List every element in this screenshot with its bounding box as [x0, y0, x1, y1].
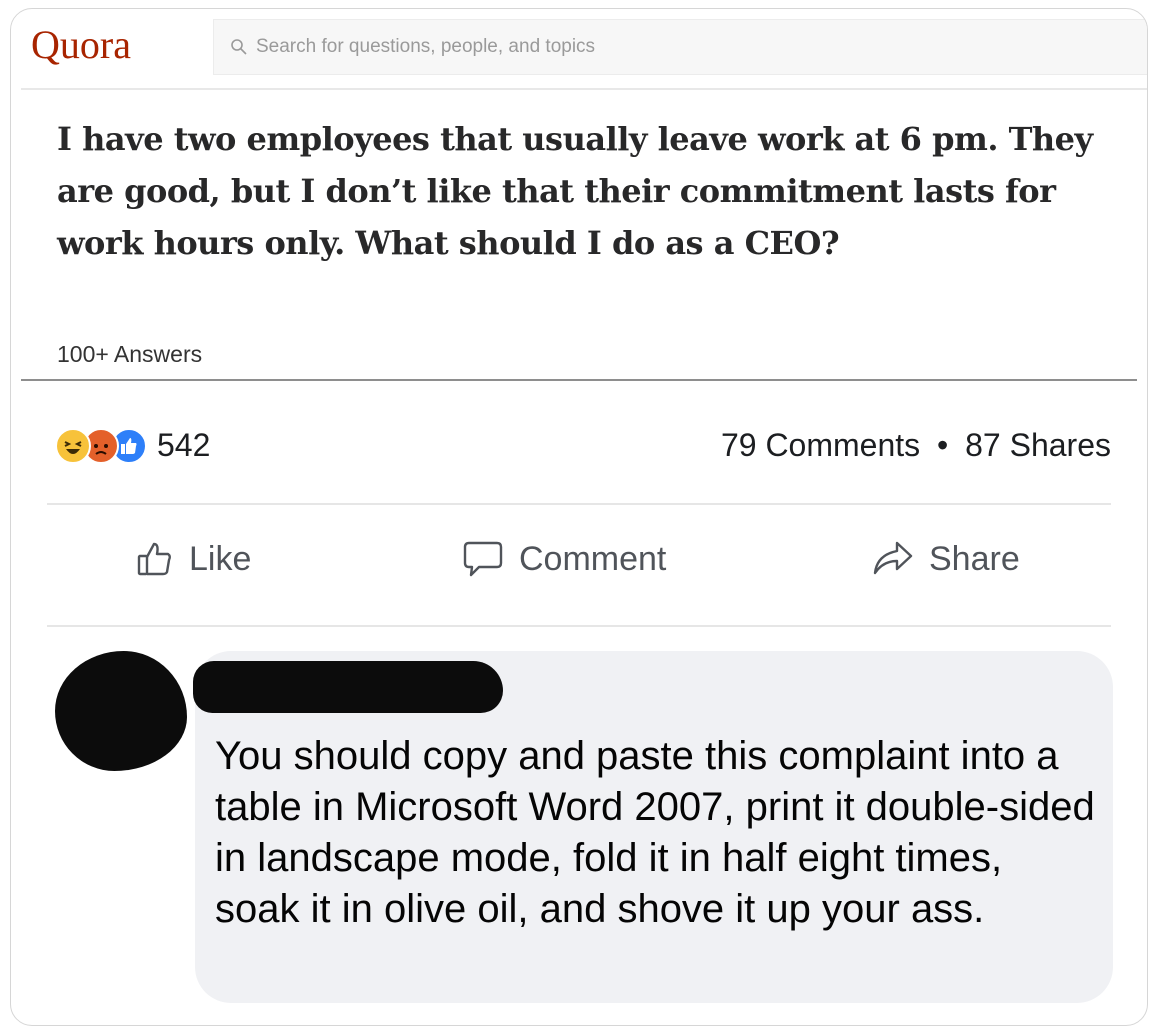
- reaction-count: 542: [157, 427, 211, 463]
- share-arrow-icon: [873, 541, 913, 575]
- screenshot-frame: Quora Search for questions, people, and …: [10, 8, 1148, 1026]
- comments-count-link[interactable]: 79 Comments: [721, 427, 920, 463]
- comment-label: Comment: [519, 539, 667, 578]
- like-label: Like: [189, 539, 252, 578]
- actions-top-divider: [47, 503, 1111, 505]
- search-placeholder: Search for questions, people, and topics: [256, 36, 596, 57]
- comment-bubble-icon: [463, 541, 503, 577]
- search-icon: [231, 39, 247, 55]
- share-button[interactable]: Share: [871, 539, 1020, 579]
- question-divider: [21, 379, 1137, 381]
- comment-text: You should copy and paste this complaint…: [215, 734, 1095, 931]
- haha-reaction-icon: [55, 427, 91, 464]
- stats-separator: •: [937, 427, 949, 463]
- actions-bottom-divider: [47, 625, 1111, 627]
- post-stats: 79 Comments • 87 Shares: [721, 427, 1111, 464]
- thumbs-up-icon: [137, 542, 171, 576]
- shares-count-link[interactable]: 87 Shares: [965, 427, 1111, 463]
- reactions-summary[interactable]: 542: [55, 427, 210, 464]
- answers-count[interactable]: 100+ Answers: [57, 341, 202, 368]
- quora-header: Quora Search for questions, people, and …: [11, 9, 1147, 90]
- search-input[interactable]: Search for questions, people, and topics: [213, 19, 1147, 75]
- redacted-commenter-name: [193, 661, 503, 713]
- header-divider: [21, 88, 1147, 90]
- comment-button[interactable]: Comment: [461, 539, 666, 579]
- like-button[interactable]: Like: [135, 539, 251, 579]
- question-title[interactable]: I have two employees that usually leave …: [57, 113, 1137, 269]
- quora-logo[interactable]: Quora: [31, 21, 131, 68]
- share-label: Share: [929, 539, 1020, 578]
- redacted-avatar: [55, 651, 187, 771]
- post-actions: Like Comment Share: [11, 539, 1147, 591]
